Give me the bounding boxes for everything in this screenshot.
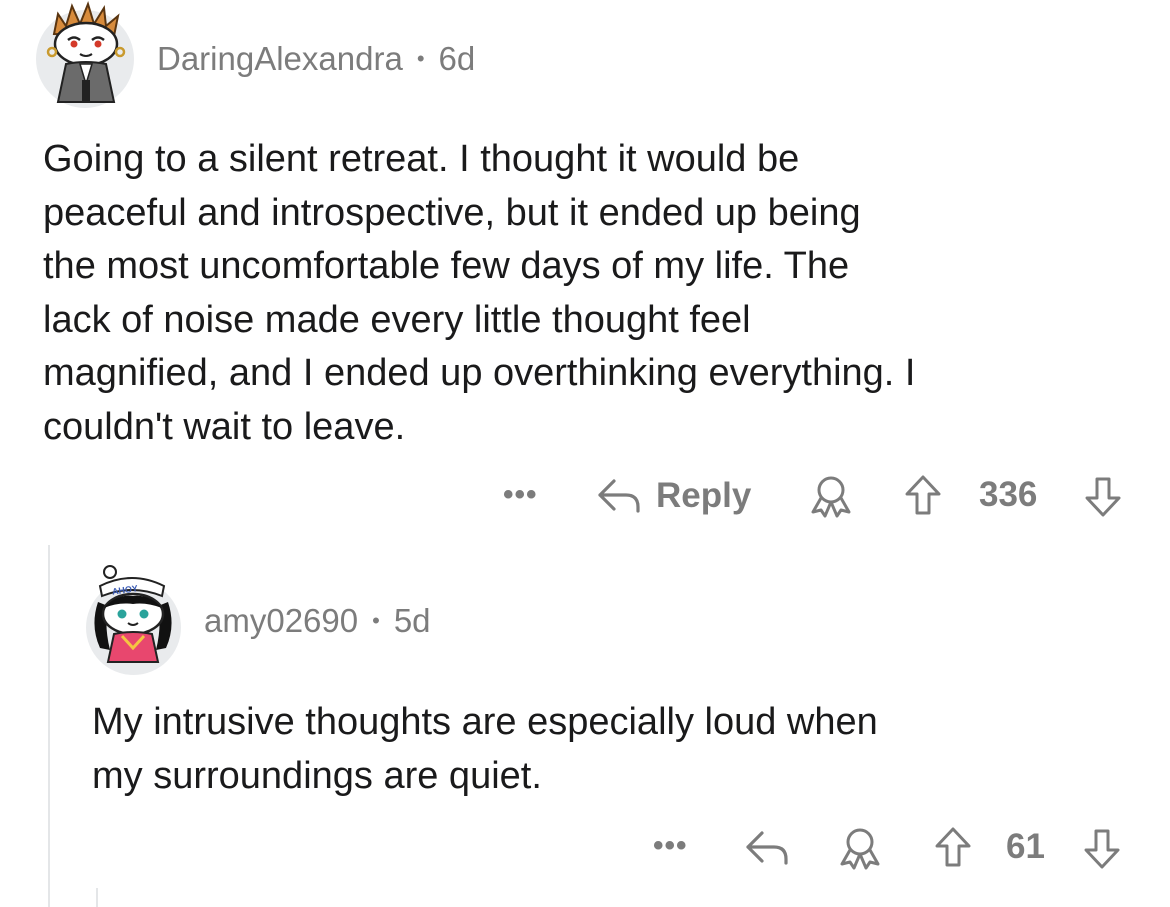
comment-body-line: the most uncomfortable few days of my li… (43, 245, 850, 287)
comment-body: My intrusive thoughts are especially lou… (92, 696, 878, 803)
reply-label: Reply (656, 476, 752, 515)
upvote-arrow-icon[interactable] (904, 474, 942, 516)
comment-actions: ••• 61 (640, 821, 1140, 873)
snoo-avatar-spiky-hair-icon (46, 0, 126, 103)
reply-arrow-icon (598, 479, 640, 513)
award-icon[interactable] (836, 826, 884, 870)
comment-age: 5d (393, 602, 431, 639)
meta-separator: • (416, 46, 425, 71)
comment-actions: ••• Reply 336 (500, 470, 1140, 522)
comment-body: Going to a silent retreat. I thought it … (43, 133, 915, 454)
more-options-icon[interactable]: ••• (653, 829, 688, 863)
comment-body-line: lack of noise made every little thought … (43, 298, 751, 341)
comment-age: 6d (438, 40, 476, 77)
comment-body-line: couldn't wait to leave. (43, 405, 406, 448)
user-avatar[interactable]: AHOY (86, 565, 181, 675)
snoo-avatar-sailor-hat-icon: AHOY (94, 565, 172, 663)
username[interactable]: DaringAlexandra (157, 40, 403, 78)
comment-meta: DaringAlexandra • 6d (157, 39, 475, 79)
comment-body-line: magnified, and I ended up overthinking e… (43, 352, 916, 394)
comment-body-line: My intrusive thoughts are especially lou… (92, 701, 878, 743)
score: 336 (979, 475, 1038, 514)
comment-2: AHOY amy02690 • 5d My intrusive thoughts… (0, 545, 1170, 907)
comment-meta: amy02690 • 5d (204, 601, 431, 641)
comment-body-line: my surroundings are quiet. (92, 754, 542, 797)
reply-button[interactable]: Reply (596, 470, 751, 522)
more-options-icon[interactable]: ••• (503, 478, 538, 512)
upvote-arrow-icon[interactable] (934, 826, 972, 868)
comment-body-line: peaceful and introspective, but it ended… (43, 191, 861, 234)
meta-separator: • (372, 608, 380, 633)
comment-body-line: Going to a silent retreat. I thought it … (43, 138, 800, 180)
downvote-arrow-icon[interactable] (1083, 828, 1121, 870)
downvote-arrow-icon[interactable] (1084, 476, 1122, 518)
reply-arrow-icon[interactable] (744, 829, 790, 867)
user-avatar[interactable] (36, 0, 134, 108)
award-icon[interactable] (807, 474, 855, 518)
comment-1: DaringAlexandra • 6d Going to a silent r… (0, 0, 1170, 540)
username[interactable]: amy02690 (204, 602, 358, 640)
score: 61 (1006, 827, 1045, 866)
